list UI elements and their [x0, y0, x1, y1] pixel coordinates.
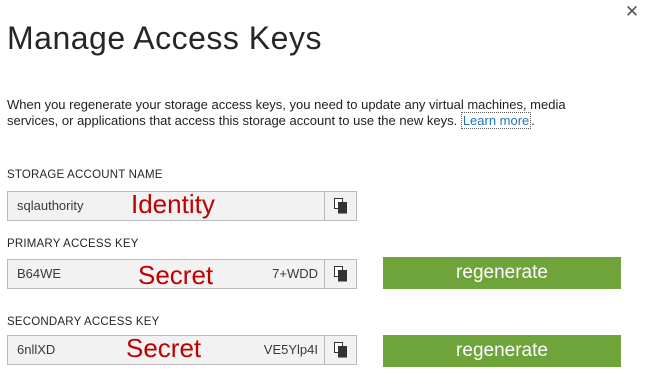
primary-secret-redaction-overlay: Secret — [138, 260, 214, 290]
secondary-key-value-end: VE5Ylp4I — [263, 342, 318, 357]
close-icon: ✕ — [624, 2, 640, 21]
dialog-title: Manage Access Keys — [7, 20, 322, 56]
secondary-key-value-start: 6nllXD — [17, 342, 56, 357]
secondary-secret-redaction-overlay: Secret — [126, 333, 202, 363]
primary-access-key-label: PRIMARY ACCESS KEY — [7, 238, 139, 250]
close-button[interactable]: ✕ — [621, 2, 643, 22]
storage-account-name-value: sqlauthority — [17, 198, 84, 213]
storage-account-name-label: STORAGE ACCOUNT NAME — [7, 169, 163, 181]
copy-icon — [333, 266, 347, 282]
copy-secondary-key-button[interactable] — [325, 335, 357, 365]
learn-more-link[interactable]: Learn more — [460, 112, 532, 129]
regenerate-primary-button[interactable]: regenerate — [383, 257, 621, 289]
secondary-access-key-label: SECONDARY ACCESS KEY — [7, 316, 160, 328]
primary-key-value-start: B64WE — [17, 266, 62, 281]
copy-storage-account-button[interactable] — [325, 191, 357, 221]
copy-icon — [333, 342, 347, 358]
description-period: . — [531, 113, 535, 128]
description: When you regenerate your storage access … — [7, 97, 617, 129]
copy-icon — [333, 198, 347, 214]
identity-redaction-overlay: Identity — [131, 189, 215, 219]
primary-key-value-end: 7+WDD — [272, 266, 318, 281]
regenerate-secondary-button[interactable]: regenerate — [383, 335, 621, 367]
copy-primary-key-button[interactable] — [325, 259, 357, 289]
